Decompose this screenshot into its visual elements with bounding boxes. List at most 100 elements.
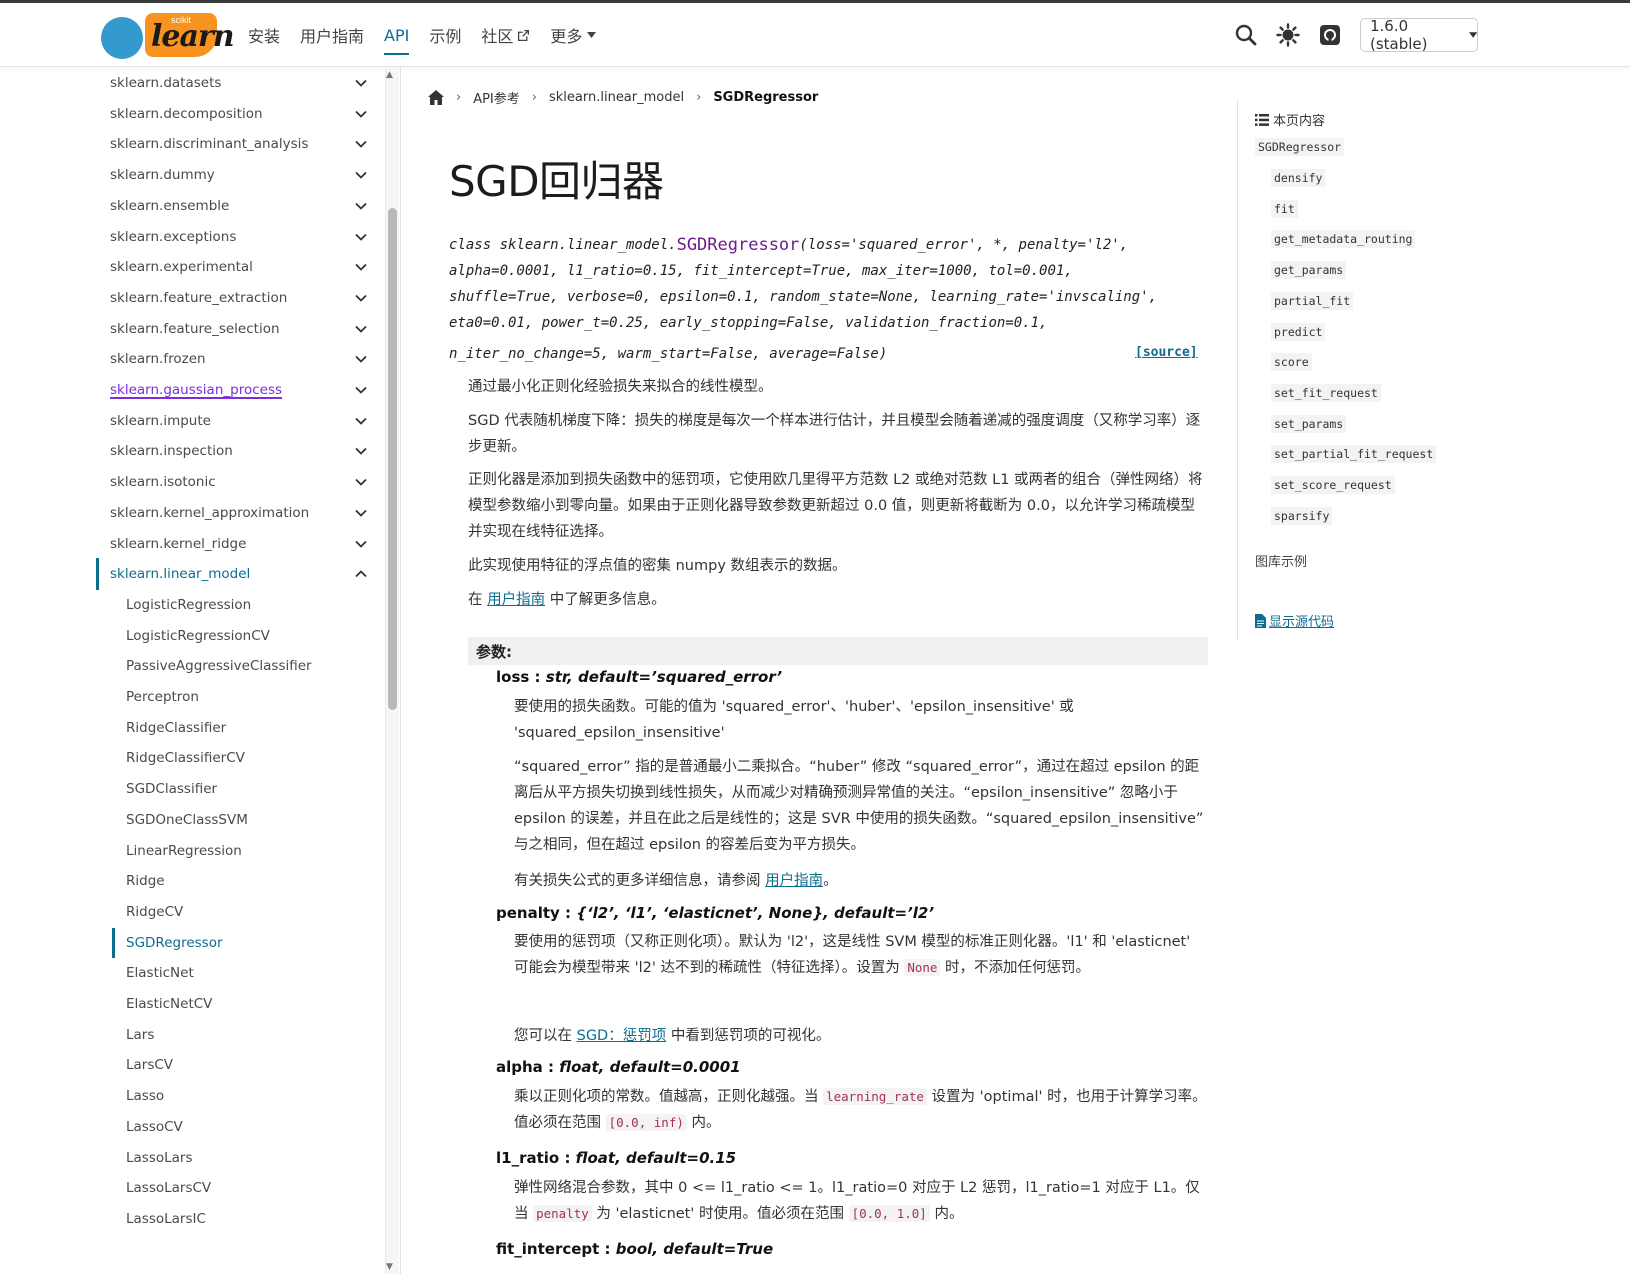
- sidebar-sub-item[interactable]: PassiveAggressiveClassifier: [126, 651, 376, 681]
- theme-toggle-icon[interactable]: [1276, 23, 1300, 47]
- sidebar-module-item[interactable]: sklearn.linear_model: [110, 559, 380, 589]
- user-guide-link[interactable]: 用户指南: [487, 592, 545, 608]
- sidebar-sub-item[interactable]: ElasticNetCV: [126, 989, 376, 1019]
- toc-method-fit[interactable]: fit: [1271, 199, 1298, 218]
- sidebar-sub-item[interactable]: LogisticRegressionCV: [126, 621, 376, 651]
- sidebar-sub-item[interactable]: Perceptron: [126, 682, 376, 712]
- sidebar-module-item[interactable]: sklearn.kernel_ridge: [110, 529, 380, 559]
- nav-user-guide[interactable]: 用户指南: [300, 3, 364, 67]
- show-source-link[interactable]: 显示源代码: [1255, 611, 1334, 630]
- sidebar-module-item[interactable]: sklearn.feature_extraction: [110, 283, 380, 313]
- chevron-down-icon[interactable]: [354, 199, 368, 213]
- sidebar-module-item[interactable]: sklearn.kernel_approximation: [110, 498, 380, 528]
- sidebar-module-item[interactable]: sklearn.datasets: [110, 68, 380, 98]
- sidebar-module-item[interactable]: sklearn.feature_selection: [110, 314, 380, 344]
- sidebar-sub-item[interactable]: SGDRegressor: [126, 928, 376, 958]
- sidebar-sub-label: LogisticRegressionCV: [126, 627, 270, 644]
- chevron-down-icon[interactable]: [354, 107, 368, 121]
- sidebar-sub-item[interactable]: LogisticRegression: [126, 590, 376, 620]
- source-link[interactable]: [source]: [1135, 345, 1198, 360]
- nav-examples[interactable]: 示例: [429, 3, 461, 67]
- toc-method-score[interactable]: score: [1271, 353, 1312, 372]
- nav-community[interactable]: 社区: [481, 3, 530, 67]
- sidebar-module-item[interactable]: sklearn.impute: [110, 406, 380, 436]
- sidebar-sub-item[interactable]: SGDOneClassSVM: [126, 805, 376, 835]
- version-label: 1.6.0 (stable): [1370, 17, 1428, 53]
- chevron-down-icon[interactable]: [354, 506, 368, 520]
- sidebar-sub-item[interactable]: Ridge: [126, 866, 376, 896]
- chevron-down-icon[interactable]: [354, 291, 368, 305]
- chevron-down-icon[interactable]: [354, 475, 368, 489]
- chevron-up-icon[interactable]: [354, 567, 368, 581]
- sidebar-sub-item[interactable]: Lars: [126, 1020, 376, 1050]
- chevron-down-icon[interactable]: [354, 260, 368, 274]
- chevron-down-icon[interactable]: [354, 352, 368, 366]
- chevron-down-icon[interactable]: [354, 168, 368, 182]
- toc-method-set-score-request[interactable]: set_score_request: [1271, 476, 1395, 494]
- loss-user-guide-link[interactable]: 用户指南: [765, 873, 823, 889]
- sidebar-module-label: sklearn.experimental: [110, 259, 253, 276]
- chevron-down-icon[interactable]: [354, 444, 368, 458]
- chevron-down-icon[interactable]: [354, 76, 368, 90]
- scikit-learn-logo[interactable]: scikit learn: [101, 11, 235, 61]
- sidebar-sub-label: Lars: [126, 1026, 155, 1043]
- sidebar-sub-item[interactable]: Lasso: [126, 1081, 376, 1111]
- sidebar-module-label: sklearn.ensemble: [110, 197, 230, 214]
- sidebar-module-item[interactable]: sklearn.ensemble: [110, 191, 380, 221]
- search-icon[interactable]: [1234, 23, 1258, 47]
- scroll-down-arrow-icon[interactable]: ▼: [386, 1262, 393, 1272]
- sidebar-sub-item[interactable]: RidgeCV: [126, 897, 376, 927]
- chevron-down-icon[interactable]: [354, 383, 368, 397]
- toc-method-get-params[interactable]: get_params: [1271, 261, 1347, 280]
- home-icon[interactable]: [428, 89, 444, 105]
- scroll-up-arrow-icon[interactable]: ▲: [386, 70, 393, 80]
- chevron-down-icon[interactable]: [354, 322, 368, 336]
- sidebar-sub-item[interactable]: LassoCV: [126, 1112, 376, 1142]
- toc-gallery-examples[interactable]: 图库示例: [1255, 551, 1307, 570]
- toc-method-set-fit-request[interactable]: set_fit_request: [1271, 383, 1381, 402]
- sidebar-module-item[interactable]: sklearn.inspection: [110, 436, 380, 466]
- toc-method-densify[interactable]: densify: [1271, 169, 1326, 187]
- sidebar-sub-item[interactable]: LassoLars: [126, 1143, 376, 1173]
- breadcrumb-linear-model[interactable]: sklearn.linear_model: [549, 90, 684, 105]
- toc-method-get-metadata-routing[interactable]: get_metadata_routing: [1271, 230, 1416, 249]
- sidebar-sub-item[interactable]: RidgeClassifierCV: [126, 743, 376, 773]
- sidebar-scrollbar-thumb[interactable]: [388, 208, 397, 710]
- sidebar-module-item[interactable]: sklearn.exceptions: [110, 222, 380, 252]
- sidebar-module-item[interactable]: sklearn.discriminant_analysis: [110, 129, 380, 159]
- sidebar-sub-item[interactable]: LassoLarsCV: [126, 1173, 376, 1203]
- sidebar-module-item[interactable]: sklearn.gaussian_process: [110, 375, 380, 405]
- toc-method-partial-fit[interactable]: partial_fit: [1271, 291, 1354, 310]
- sidebar-sub-item[interactable]: LassoLarsIC: [126, 1204, 376, 1234]
- breadcrumb-api-reference[interactable]: API参考: [473, 88, 520, 107]
- toc-method-set-params[interactable]: set_params: [1271, 414, 1347, 433]
- signature-line-2: alpha=0.0001, l1_ratio=0.15, fit_interce…: [449, 263, 1073, 279]
- version-switcher[interactable]: 1.6.0 (stable): [1360, 17, 1478, 53]
- toc-method-set-partial-fit-request[interactable]: set_partial_fit_request: [1271, 445, 1437, 464]
- nav-install[interactable]: 安装: [248, 3, 280, 67]
- sidebar-module-item[interactable]: sklearn.dummy: [110, 160, 380, 190]
- chevron-down-icon[interactable]: [354, 537, 368, 551]
- toc-class-entry[interactable]: SGDRegressor: [1255, 138, 1345, 156]
- sidebar-module-item[interactable]: sklearn.experimental: [110, 252, 380, 282]
- sidebar-sub-item[interactable]: RidgeClassifier: [126, 713, 376, 743]
- signature-line-1: class sklearn.linear_model. SGDRegressor(…: [449, 232, 1209, 258]
- chevron-down-icon[interactable]: [354, 414, 368, 428]
- toc-method-predict[interactable]: predict: [1271, 322, 1326, 341]
- chevron-down-icon[interactable]: [354, 230, 368, 244]
- nav-api[interactable]: API: [384, 3, 410, 67]
- sidebar-module-item[interactable]: sklearn.isotonic: [110, 467, 380, 497]
- breadcrumb-current: SGDRegressor: [713, 89, 819, 105]
- sgd-penalties-link[interactable]: SGD：惩罚项: [577, 1028, 667, 1044]
- sidebar-module-item[interactable]: sklearn.decomposition: [110, 99, 380, 129]
- parameters-heading: 参数:: [468, 637, 1208, 665]
- sidebar-sub-item[interactable]: ElasticNet: [126, 958, 376, 988]
- sidebar-sub-item[interactable]: LarsCV: [126, 1050, 376, 1080]
- nav-more-dropdown[interactable]: 更多: [550, 3, 597, 67]
- sidebar-module-item[interactable]: sklearn.frozen: [110, 344, 380, 374]
- sidebar-sub-item[interactable]: LinearRegression: [126, 836, 376, 866]
- chevron-down-icon[interactable]: [354, 137, 368, 151]
- toc-method-sparsify[interactable]: sparsify: [1271, 506, 1333, 525]
- github-icon[interactable]: [1318, 23, 1342, 47]
- sidebar-sub-item[interactable]: SGDClassifier: [126, 774, 376, 804]
